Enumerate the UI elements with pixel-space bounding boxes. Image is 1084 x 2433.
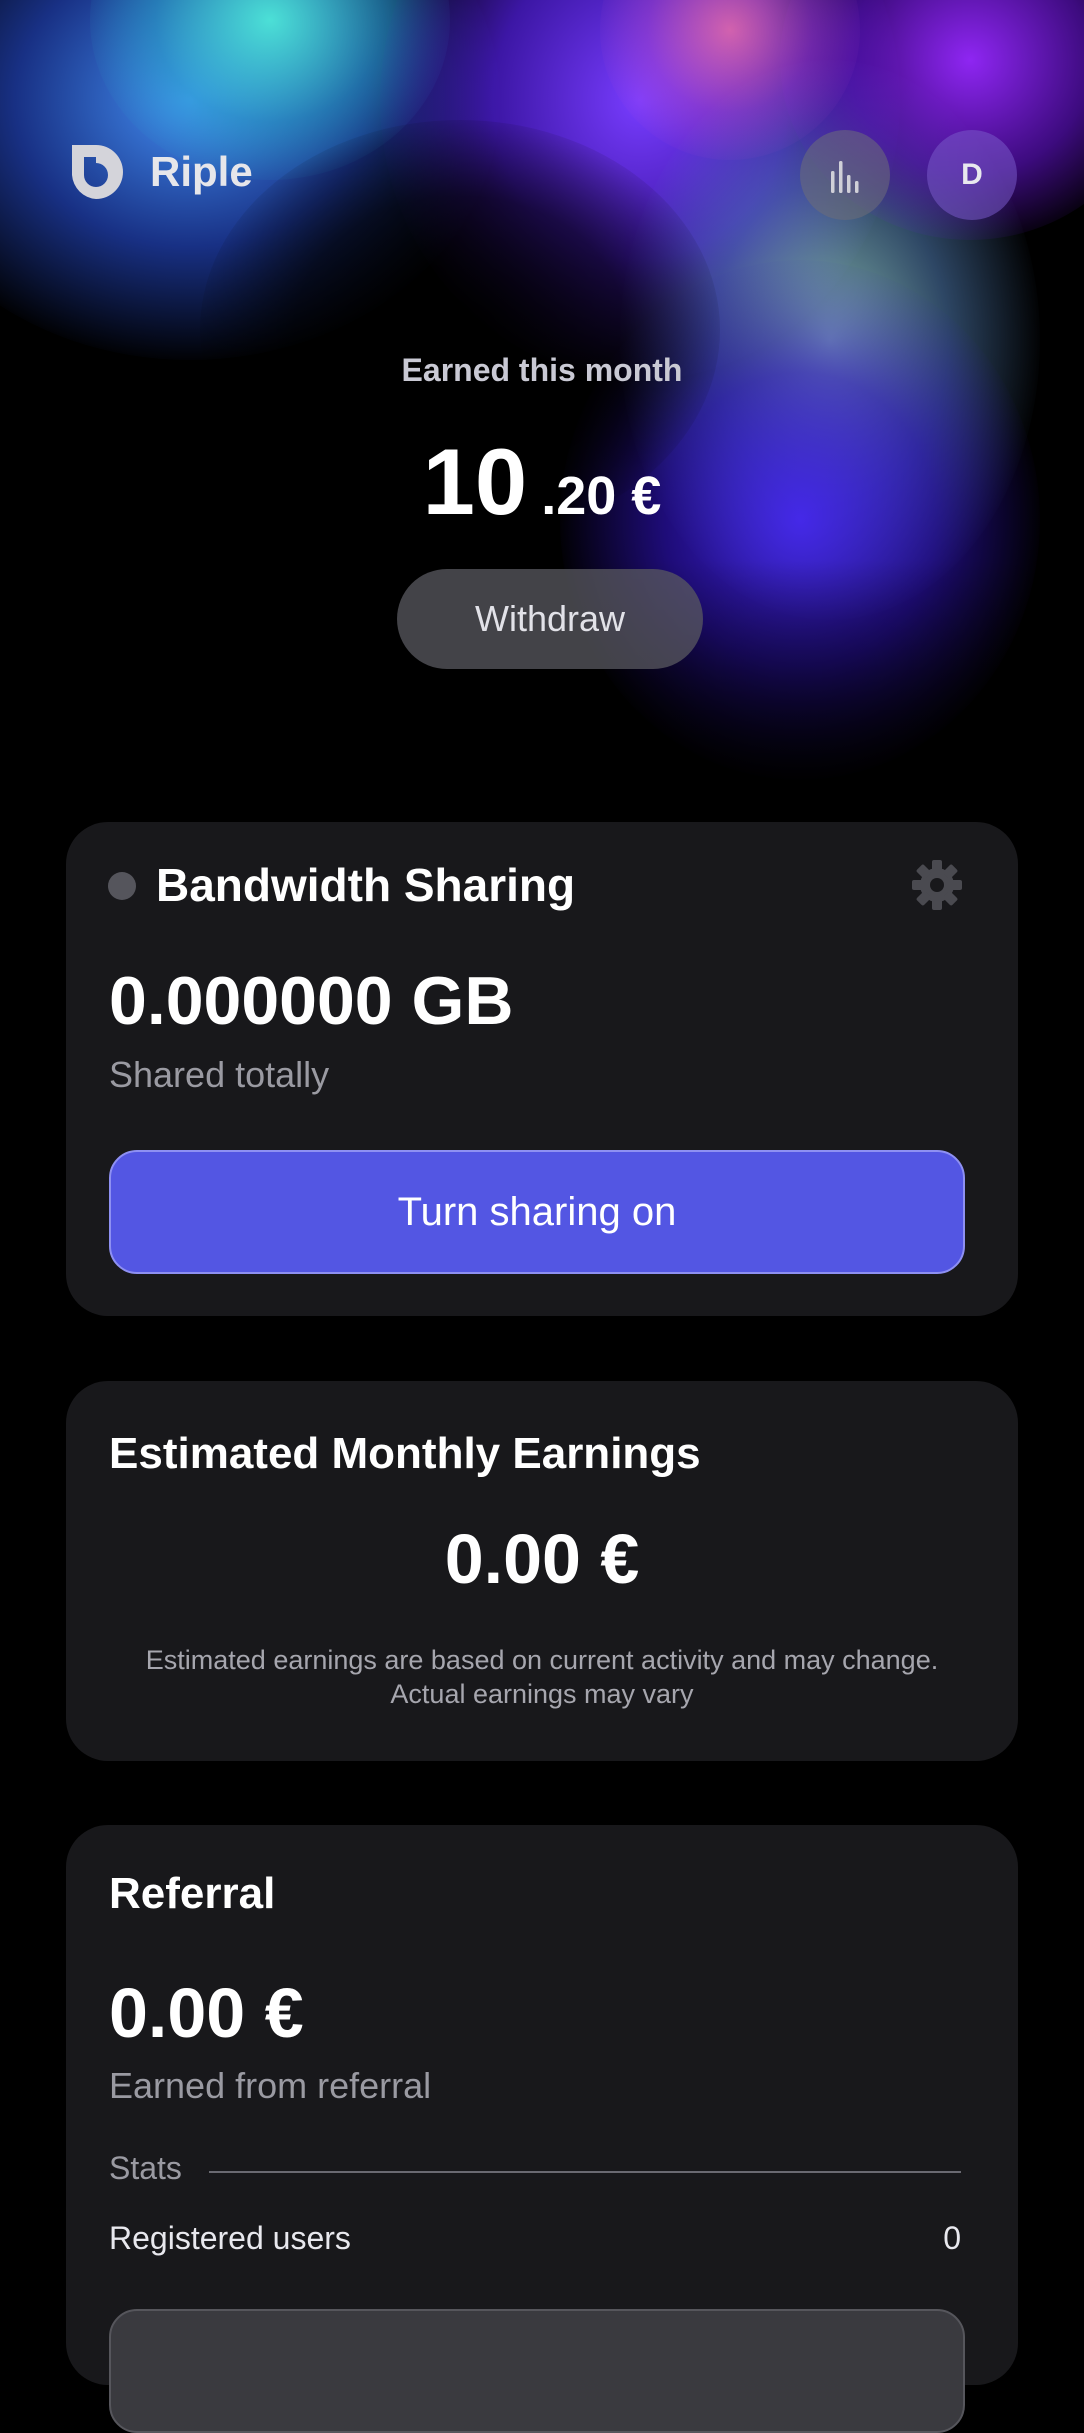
estimate-note-line1: Estimated earnings are based on current … [145, 1645, 939, 1675]
app-logo: Riple [66, 141, 253, 203]
earned-month-amount: 10.20 € [0, 428, 1084, 536]
riple-logo-icon [72, 145, 123, 199]
bandwidth-sharing-card: Bandwidth Sharing 0.000000 GB Shared tot… [66, 822, 1018, 1316]
estimated-earnings-value: 0.00 € [444, 1520, 640, 1598]
registered-users-label: Registered users [109, 2220, 351, 2256]
estimated-earnings-note: Estimated earnings are based on current … [86, 1643, 998, 1711]
stats-divider [209, 2171, 961, 2173]
app-name: Riple [150, 148, 253, 195]
bandwidth-shared-label: Shared totally [109, 1054, 330, 1095]
estimated-earnings-title: Estimated Monthly Earnings [109, 1429, 701, 1478]
stats-section-label: Stats [109, 2150, 182, 2186]
withdraw-button[interactable]: Withdraw [397, 569, 703, 669]
bar-chart-icon [831, 161, 859, 193]
referral-action-button[interactable] [109, 2309, 965, 2433]
referral-card: Referral 0.00 € Earned from referral Sta… [66, 1825, 1018, 2433]
earned-amount-integer: 10 [422, 429, 528, 534]
registered-users-count: 0 [943, 2220, 961, 2256]
referral-earned-value: 0.00 € [109, 1974, 304, 2052]
turn-sharing-on-button[interactable]: Turn sharing on [109, 1150, 965, 1274]
sharing-status-dot [108, 872, 136, 900]
referral-title: Referral [109, 1869, 276, 1918]
bandwidth-title: Bandwidth Sharing [156, 859, 576, 911]
gear-icon[interactable] [908, 856, 966, 914]
top-header: Riple D [0, 130, 1084, 222]
estimate-note-line2: Actual earnings may vary [390, 1679, 694, 1709]
earned-month-label: Earned this month [401, 352, 683, 388]
referral-earned-label: Earned from referral [109, 2065, 432, 2106]
stats-button[interactable] [800, 130, 890, 220]
bandwidth-shared-value: 0.000000 GB [109, 963, 514, 1039]
estimated-earnings-card: Estimated Monthly Earnings 0.00 € Estima… [66, 1381, 1018, 1761]
earned-amount-decimal: .20 € [541, 466, 662, 526]
avatar[interactable]: D [927, 130, 1017, 220]
